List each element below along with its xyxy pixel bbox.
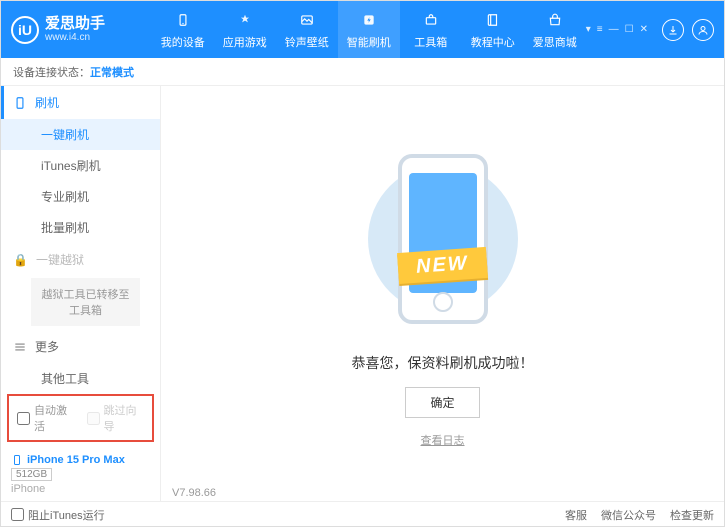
apps-icon xyxy=(235,10,255,30)
options-box: 自动激活 跳过向导 xyxy=(7,394,154,442)
device-name: iPhone 15 Pro Max xyxy=(27,454,125,466)
lock-icon: 🔒 xyxy=(13,253,28,267)
logo-icon: iU xyxy=(11,16,39,44)
nav-my-device[interactable]: 我的设备 xyxy=(152,1,214,58)
logo: iU 爱思助手 www.i4.cn xyxy=(11,16,152,44)
sidebar-item-oneclick[interactable]: 一键刷机 xyxy=(1,119,160,150)
sidebar-group-more[interactable]: 更多 xyxy=(1,330,160,363)
minimize-icon[interactable]: — xyxy=(609,24,619,35)
toolbox-icon xyxy=(421,10,441,30)
image-icon xyxy=(297,10,317,30)
sidebar-item-other[interactable]: 其他工具 xyxy=(1,363,160,388)
version-label: V7.98.66 xyxy=(172,487,216,499)
footer-link-update[interactable]: 检查更新 xyxy=(670,507,714,523)
sidebar-item-batch[interactable]: 批量刷机 xyxy=(1,212,160,243)
confirm-button[interactable]: 确定 xyxy=(405,387,479,418)
auto-activate-checkbox[interactable]: 自动激活 xyxy=(17,402,75,434)
skip-guide-checkbox[interactable]: 跳过向导 xyxy=(87,402,145,434)
maximize-icon[interactable]: ☐ xyxy=(625,24,634,35)
nav-tutorial[interactable]: 教程中心 xyxy=(462,1,524,58)
phone-icon xyxy=(173,10,193,30)
status-bar: 设备连接状态： 正常模式 xyxy=(1,58,724,86)
sidebar-item-itunes[interactable]: iTunes刷机 xyxy=(1,150,160,181)
nav-label: 智能刷机 xyxy=(347,34,391,50)
new-ribbon: NEW xyxy=(397,247,488,284)
group-label: 刷机 xyxy=(35,94,59,111)
nav-store[interactable]: 爱思商城 xyxy=(524,1,586,58)
device-info: iPhone 15 Pro Max 512GB iPhone xyxy=(1,448,160,501)
success-message: 恭喜您，保资料刷机成功啦！ xyxy=(352,353,534,373)
sidebar-item-pro[interactable]: 专业刷机 xyxy=(1,181,160,212)
menu-icon[interactable]: ▾ xyxy=(586,24,591,35)
view-log-link[interactable]: 查看日志 xyxy=(421,432,465,448)
footer-link-wechat[interactable]: 微信公众号 xyxy=(601,507,656,523)
footer-link-service[interactable]: 客服 xyxy=(565,507,587,523)
user-button[interactable] xyxy=(692,19,714,41)
nav-toolbox[interactable]: 工具箱 xyxy=(400,1,462,58)
status-label: 设备连接状态： xyxy=(13,64,90,80)
book-icon xyxy=(483,10,503,30)
nav-apps[interactable]: 应用游戏 xyxy=(214,1,276,58)
store-icon xyxy=(545,10,565,30)
block-itunes-checkbox[interactable]: 阻止iTunes运行 xyxy=(11,507,105,523)
nav-label: 铃声壁纸 xyxy=(285,34,329,50)
nav-label: 我的设备 xyxy=(161,34,205,50)
device-icon xyxy=(11,454,23,466)
nav-ringtone[interactable]: 铃声壁纸 xyxy=(276,1,338,58)
footer: 阻止iTunes运行 客服 微信公众号 检查更新 xyxy=(1,501,724,527)
jailbreak-note: 越狱工具已转移至工具箱 xyxy=(31,278,140,326)
sidebar: 刷机 一键刷机 iTunes刷机 专业刷机 批量刷机 🔒 一键越狱 越狱工具已转… xyxy=(1,86,161,501)
sidebar-group-jailbreak: 🔒 一键越狱 xyxy=(1,243,160,276)
sidebar-group-flash[interactable]: 刷机 xyxy=(1,86,160,119)
device-storage: 512GB xyxy=(11,468,52,481)
app-name: 爱思助手 xyxy=(45,16,105,33)
nav-label: 应用游戏 xyxy=(223,34,267,50)
nav-flash[interactable]: 智能刷机 xyxy=(338,1,400,58)
main-content: NEW 恭喜您，保资料刷机成功啦！ 确定 查看日志 xyxy=(161,86,724,501)
group-label: 更多 xyxy=(35,338,59,355)
nav-label: 教程中心 xyxy=(471,34,515,50)
download-button[interactable] xyxy=(662,19,684,41)
device-type: iPhone xyxy=(11,483,150,495)
skin-icon[interactable]: ≡ xyxy=(597,24,603,35)
app-url: www.i4.cn xyxy=(45,32,105,43)
success-illustration: NEW xyxy=(368,139,518,339)
flash-icon xyxy=(359,10,379,30)
top-nav: 我的设备 应用游戏 铃声壁纸 智能刷机 工具箱 教程中心 爱思商城 xyxy=(152,1,586,58)
status-value: 正常模式 xyxy=(90,64,134,80)
group-label: 一键越狱 xyxy=(36,251,84,268)
nav-label: 工具箱 xyxy=(414,34,447,50)
close-icon[interactable]: ✕ xyxy=(640,24,648,35)
nav-label: 爱思商城 xyxy=(533,34,577,50)
